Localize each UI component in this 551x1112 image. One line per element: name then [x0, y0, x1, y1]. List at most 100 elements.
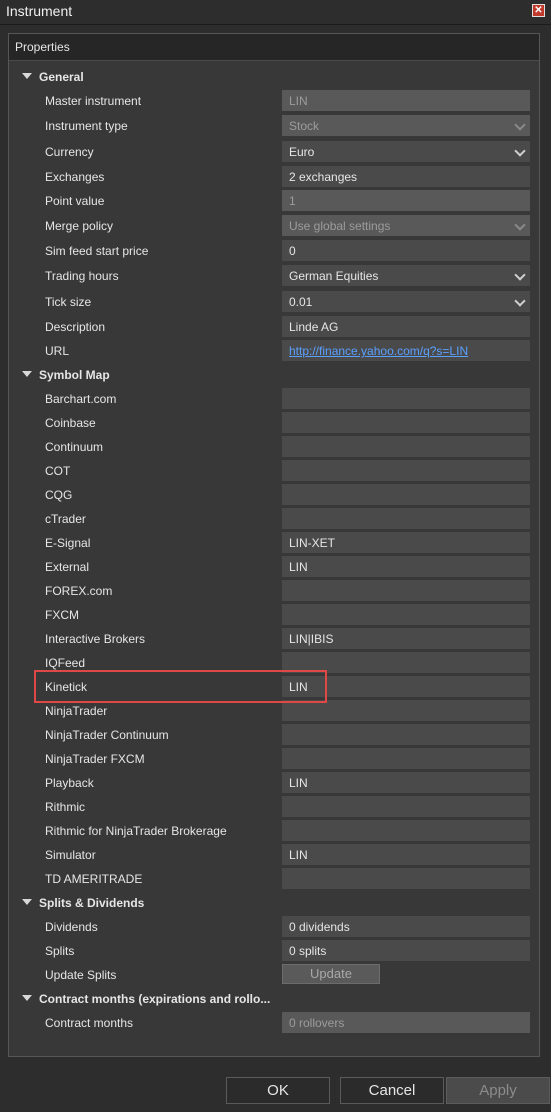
- field-value: 0 rollovers: [289, 1016, 345, 1030]
- collapse-arrow-icon[interactable]: [22, 73, 32, 79]
- symbol-input[interactable]: [282, 868, 530, 889]
- symbol-map-row: Rithmic: [9, 795, 539, 819]
- symbol-input[interactable]: LIN|IBIS: [282, 628, 530, 649]
- merge-policy-dropdown: Use global settings: [282, 215, 530, 236]
- chevron-down-icon[interactable]: [514, 295, 526, 307]
- tick-size-dropdown[interactable]: 0.01: [282, 291, 530, 312]
- symbol-input[interactable]: LIN: [282, 844, 530, 865]
- category-label: Symbol Map: [39, 368, 110, 382]
- symbol-map-row: FXCM: [9, 603, 539, 627]
- ok-button[interactable]: OK: [226, 1077, 330, 1104]
- currency-dropdown[interactable]: Euro: [282, 141, 530, 162]
- instrument-type-dropdown: Stock: [282, 115, 530, 136]
- symbol-input[interactable]: LIN-XET: [282, 532, 530, 553]
- chevron-down-icon[interactable]: [514, 269, 526, 281]
- prop-label: Playback: [45, 776, 94, 790]
- prop-label: Instrument type: [45, 119, 128, 133]
- sim-feed-start-price-input[interactable]: 0: [282, 240, 530, 261]
- collapse-arrow-icon[interactable]: [22, 371, 32, 377]
- collapse-arrow-icon[interactable]: [22, 899, 32, 905]
- symbol-input[interactable]: LIN: [282, 772, 530, 793]
- category-contract-months[interactable]: Contract months (expirations and rollo..…: [9, 987, 539, 1011]
- update-splits-button[interactable]: Update: [282, 964, 380, 984]
- symbol-input[interactable]: [282, 700, 530, 721]
- symbol-map-row: cTrader: [9, 507, 539, 531]
- symbol-map-row: Continuum: [9, 435, 539, 459]
- field-value: LIN: [289, 848, 308, 862]
- prop-label: IQFeed: [45, 656, 86, 670]
- prop-label: FXCM: [45, 608, 79, 622]
- prop-label: Barchart.com: [45, 392, 117, 406]
- field-value: 0: [289, 244, 296, 258]
- close-icon[interactable]: ✕: [532, 4, 545, 17]
- prop-label: NinjaTrader FXCM: [45, 752, 145, 766]
- master-instrument-field: LIN: [282, 90, 530, 111]
- prop-label: Description: [45, 320, 106, 334]
- category-label: Contract months (expirations and rollo..…: [39, 992, 271, 1006]
- symbol-input[interactable]: [282, 460, 530, 481]
- prop-url: URL http://finance.yahoo.com/q?s=LIN: [9, 339, 539, 363]
- contract-months-field: 0 rollovers: [282, 1012, 530, 1033]
- category-general[interactable]: General: [9, 65, 539, 89]
- prop-label: Continuum: [45, 440, 104, 454]
- symbol-map-row: Interactive Brokers LIN|IBIS: [9, 627, 539, 651]
- symbol-input[interactable]: [282, 508, 530, 529]
- symbol-map-row: Coinbase: [9, 411, 539, 435]
- symbol-input[interactable]: [282, 604, 530, 625]
- field-value: LIN: [289, 94, 308, 108]
- symbol-input[interactable]: [282, 580, 530, 601]
- prop-description: Description Linde AG: [9, 315, 539, 339]
- symbol-input[interactable]: [282, 484, 530, 505]
- prop-label: Master instrument: [45, 94, 142, 108]
- prop-label: Merge policy: [45, 219, 114, 233]
- properties-header-label: Properties: [15, 40, 70, 54]
- prop-label: NinjaTrader: [45, 704, 108, 718]
- prop-label: External: [45, 560, 90, 574]
- prop-label: Point value: [45, 194, 105, 208]
- category-symbol-map[interactable]: Symbol Map: [9, 363, 539, 387]
- description-input[interactable]: Linde AG: [282, 316, 530, 337]
- splits-field[interactable]: 0 splits: [282, 940, 530, 961]
- exchanges-field[interactable]: 2 exchanges: [282, 166, 530, 187]
- prop-label: Splits: [45, 944, 75, 958]
- field-value: LIN-XET: [289, 536, 336, 550]
- symbol-input[interactable]: [282, 724, 530, 745]
- trading-hours-dropdown[interactable]: German Equities: [282, 265, 530, 286]
- symbol-input[interactable]: [282, 796, 530, 817]
- url-link[interactable]: http://finance.yahoo.com/q?s=LIN: [289, 344, 468, 358]
- chevron-down-icon[interactable]: [514, 145, 526, 157]
- url-input[interactable]: http://finance.yahoo.com/q?s=LIN: [282, 340, 530, 361]
- symbol-input[interactable]: [282, 388, 530, 409]
- symbol-map-row: TD AMERITRADE: [9, 867, 539, 891]
- prop-label: cTrader: [45, 512, 86, 526]
- symbol-input[interactable]: LIN: [282, 556, 530, 577]
- dividends-field[interactable]: 0 dividends: [282, 916, 530, 937]
- symbol-input[interactable]: [282, 436, 530, 457]
- prop-label: Coinbase: [45, 416, 96, 430]
- prop-label: Dividends: [45, 920, 98, 934]
- collapse-arrow-icon[interactable]: [22, 995, 32, 1001]
- prop-label: CQG: [45, 488, 73, 502]
- symbol-map-row: FOREX.com: [9, 579, 539, 603]
- field-value: German Equities: [289, 269, 379, 283]
- window-title: Instrument: [6, 3, 73, 19]
- prop-point-value: Point value 1: [9, 189, 539, 213]
- prop-update-splits: Update Splits Update: [9, 963, 539, 987]
- symbol-input[interactable]: [282, 412, 530, 433]
- apply-button[interactable]: Apply: [446, 1077, 550, 1104]
- cancel-button[interactable]: Cancel: [340, 1077, 444, 1104]
- category-splits-dividends[interactable]: Splits & Dividends: [9, 891, 539, 915]
- prop-splits: Splits 0 splits: [9, 939, 539, 963]
- symbol-input[interactable]: [282, 748, 530, 769]
- symbol-input[interactable]: [282, 820, 530, 841]
- field-value: Stock: [289, 119, 320, 133]
- prop-dividends: Dividends 0 dividends: [9, 915, 539, 939]
- symbol-map-row: CQG: [9, 483, 539, 507]
- prop-instrument-type: Instrument type Stock: [9, 114, 539, 138]
- title-bar: Instrument ✕: [0, 0, 551, 25]
- prop-label: COT: [45, 464, 71, 478]
- field-value: LIN|IBIS: [289, 632, 334, 646]
- symbol-map-row: E-Signal LIN-XET: [9, 531, 539, 555]
- symbol-map-row: NinjaTrader FXCM: [9, 747, 539, 771]
- prop-label: Exchanges: [45, 170, 105, 184]
